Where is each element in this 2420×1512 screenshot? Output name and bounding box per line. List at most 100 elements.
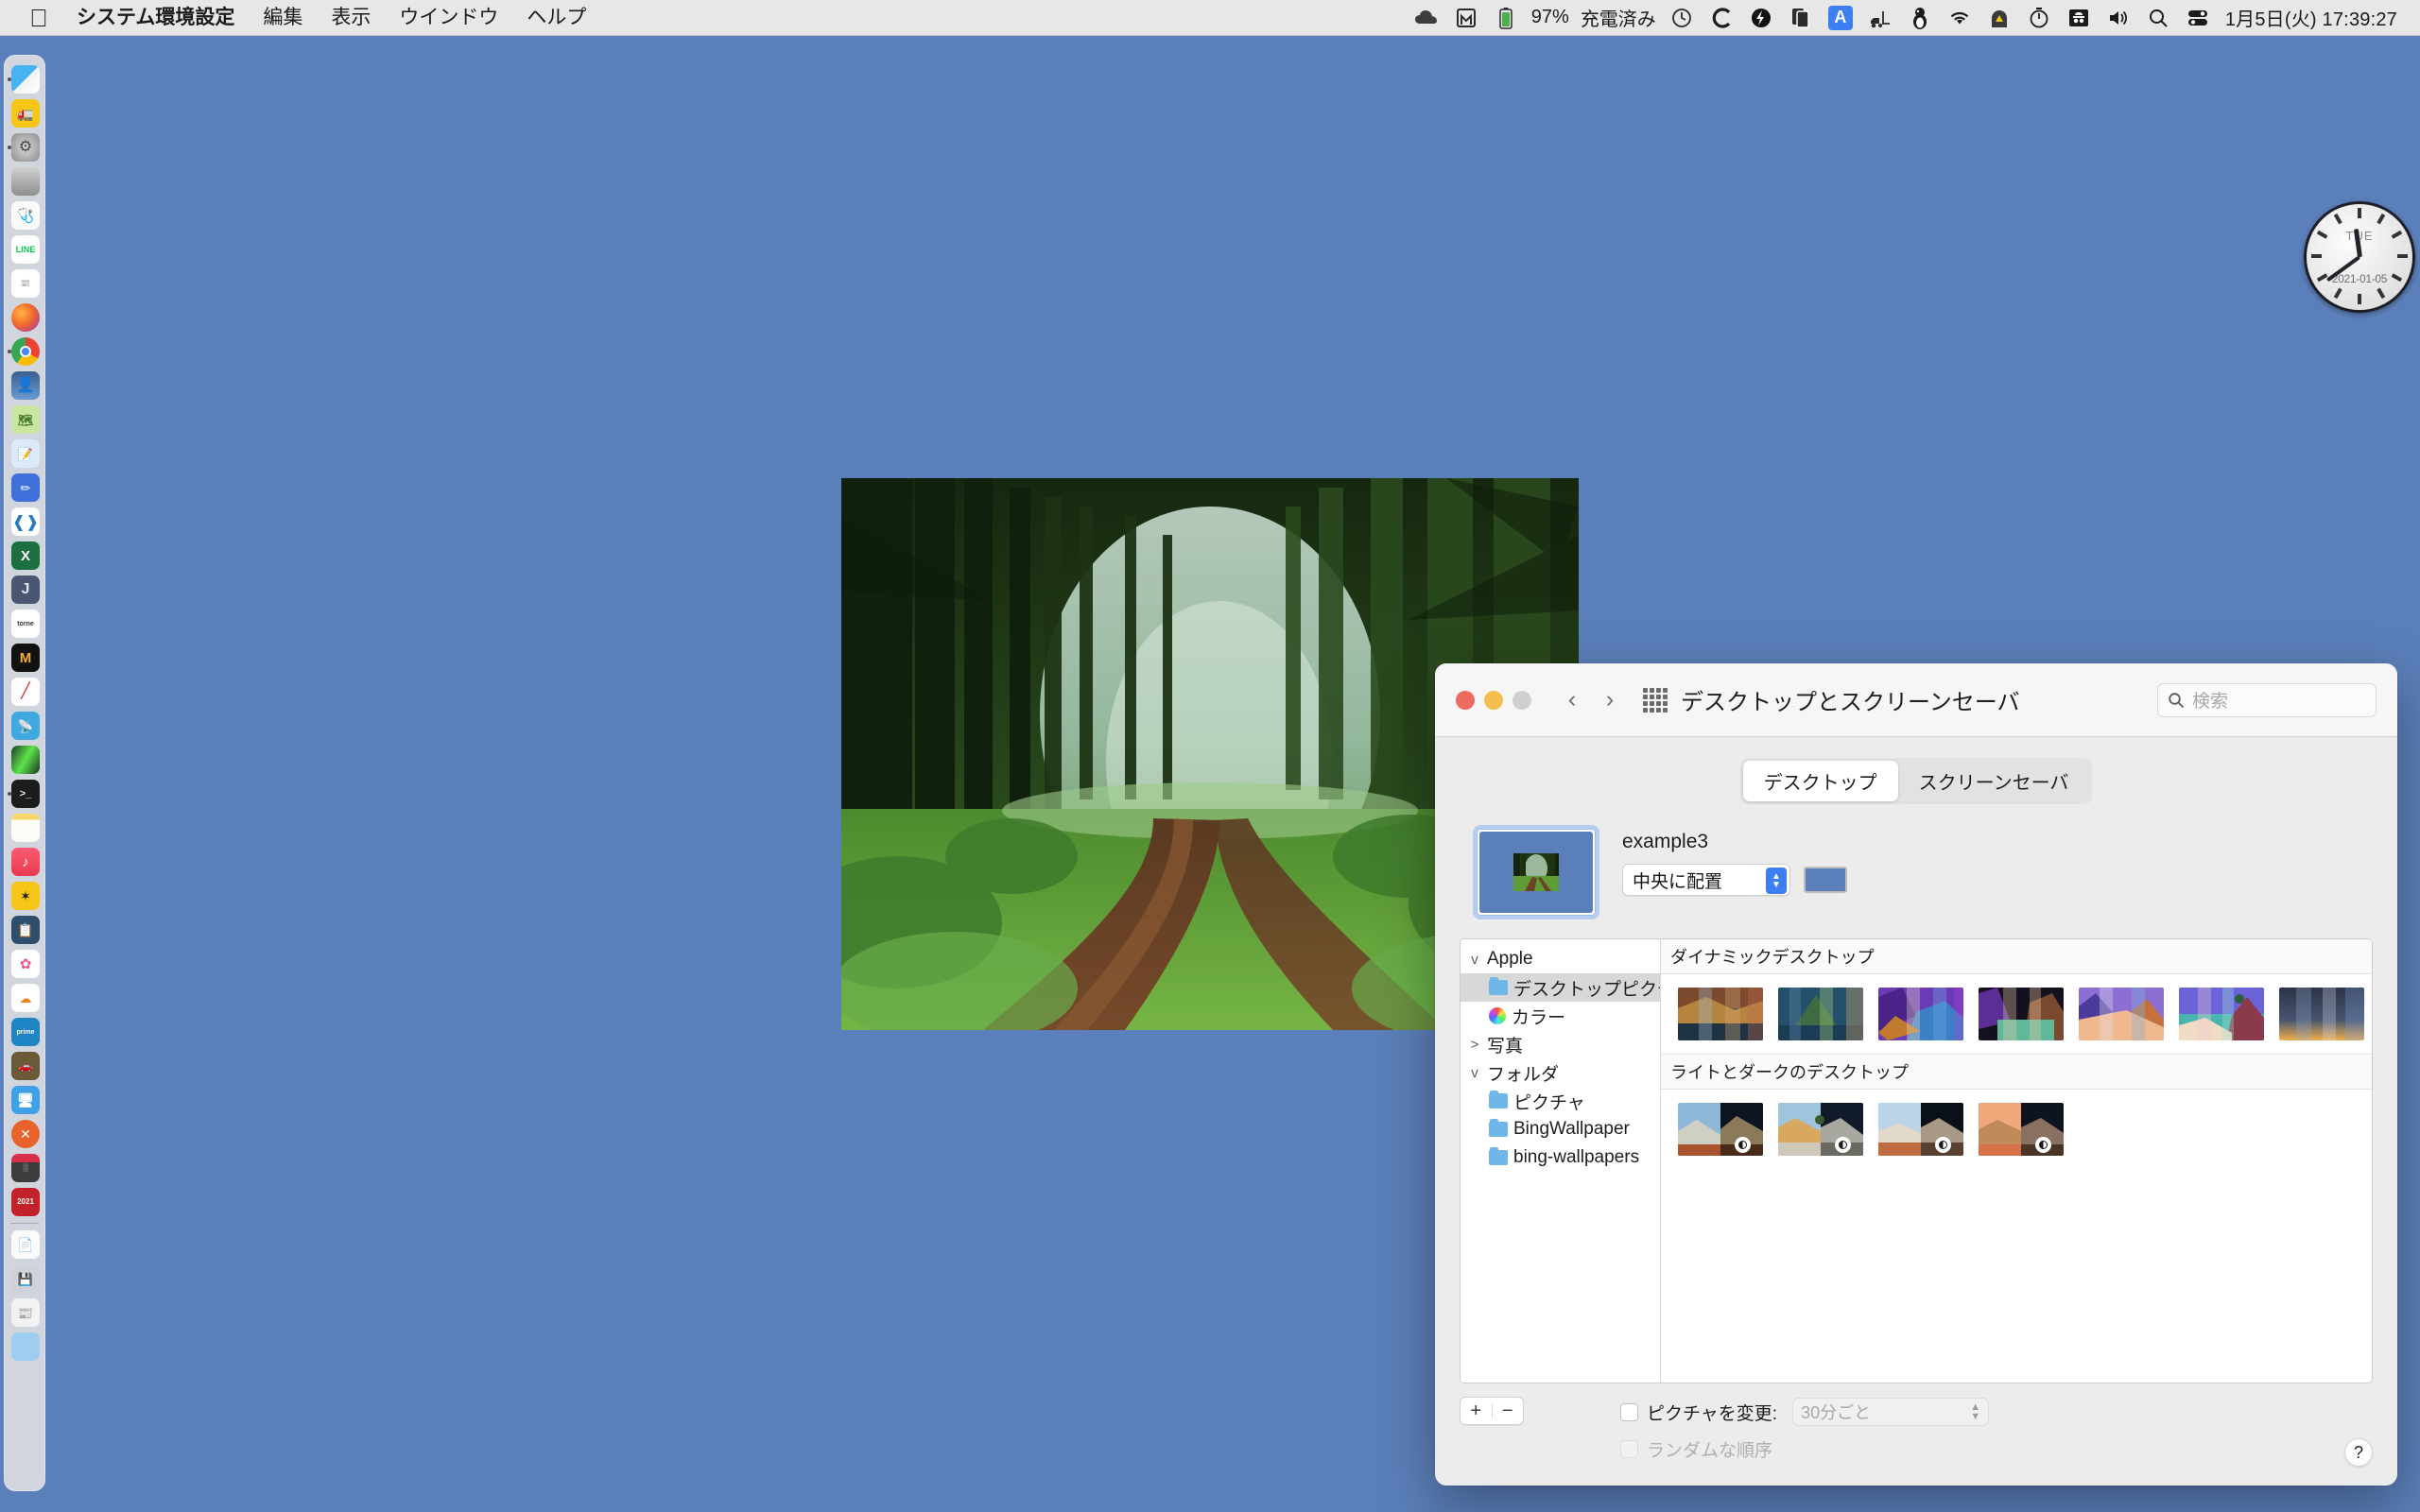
dock-item-aurora[interactable]	[5, 743, 44, 777]
menubar-clock[interactable]: 1月5日(火) 17:39:27	[2218, 4, 2407, 31]
cloud-icon[interactable]	[1407, 0, 1446, 36]
cleanmymac-icon[interactable]	[1702, 0, 1741, 36]
dock-item-yahoo-weather[interactable]: ☁	[5, 981, 44, 1015]
dock-item-excel[interactable]: X	[5, 539, 44, 573]
menu-item-help[interactable]: ヘルプ	[512, 0, 600, 36]
menu-item-view[interactable]: 表示	[317, 0, 385, 36]
dock-item-m-app[interactable]: M	[5, 641, 44, 675]
dock-item-stethoscope[interactable]: 🩺	[5, 198, 44, 232]
apple-logo-icon[interactable]: 	[21, 6, 57, 30]
search-field[interactable]: 検索	[2157, 682, 2377, 717]
close-button[interactable]	[1456, 690, 1475, 710]
background-color-swatch[interactable]	[1804, 867, 1847, 893]
thumb-big-sur-dynamic[interactable]	[1678, 988, 1763, 1040]
dock-item-maps-notes[interactable]: 🗺	[5, 403, 44, 437]
time-machine-icon[interactable]	[1662, 0, 1702, 36]
sidebar-item-colors[interactable]: カラー	[1461, 1002, 1660, 1030]
thumb-big-sur-graphic-teal[interactable]	[1979, 988, 2064, 1040]
chevron-down-icon[interactable]: v	[1468, 952, 1481, 968]
thumb-white-sands-1[interactable]	[1678, 1103, 1763, 1156]
dock-item-firefox[interactable]	[5, 301, 44, 335]
show-all-grid-icon[interactable]	[1643, 687, 1668, 713]
system-preferences-window[interactable]: ‹ › デスクトップとスクリーンセーバ 検索 デスクトップ スクリーンセーバ e…	[1435, 663, 2397, 1486]
input-source-icon[interactable]: A	[1821, 0, 1860, 36]
sidebar-group-folders[interactable]: v フォルダ	[1461, 1058, 1660, 1087]
chevron-down-icon[interactable]: v	[1468, 1065, 1481, 1081]
dock-item-hagaki[interactable]: 2021	[5, 1185, 44, 1219]
tunnelbear-menu-icon[interactable]	[1979, 0, 2019, 36]
menu-item-window[interactable]: ウインドウ	[385, 0, 512, 36]
dock[interactable]: 🚛 ⚙ 🩺 LINE 📰 👤 🗺 📝 ✏ ❰❱ X J torne M ╱ 📡 …	[4, 55, 45, 1491]
dock-item-torne[interactable]: torne	[5, 607, 44, 641]
wifi-icon[interactable]	[1940, 0, 1979, 36]
dock-item-classic-mac[interactable]: 🖥	[5, 1083, 44, 1117]
source-sidebar[interactable]: v Apple デスクトップピクチャ カラー > 写真 v フォルダ	[1461, 939, 1661, 1383]
control-center-icon[interactable]	[2178, 0, 2218, 36]
sidebar-item-pictures[interactable]: ピクチャ	[1461, 1087, 1660, 1115]
dock-item-reader[interactable]: 👤	[5, 369, 44, 403]
dock-item-paint[interactable]: ✏	[5, 471, 44, 505]
thumb-solar-gradients[interactable]	[2279, 988, 2364, 1040]
forklift-menu-icon[interactable]	[1860, 0, 1900, 36]
thumb-big-sur-graphic-purple[interactable]	[1878, 988, 1963, 1040]
tab-screensaver[interactable]: スクリーンセーバ	[1898, 761, 2090, 801]
add-folder-button[interactable]: +	[1461, 1401, 1492, 1420]
battery-icon[interactable]	[1486, 0, 1526, 36]
dock-item-disk-image[interactable]: 💾	[5, 1262, 44, 1296]
menu-item-edit[interactable]: 編集	[249, 0, 317, 36]
dock-item-radio[interactable]: 📡	[5, 709, 44, 743]
wallpaper-gallery[interactable]: ダイナミックデスクトップ ライトとダークのデスクトップ	[1661, 939, 2372, 1383]
sidebar-item-bing-wallpapers[interactable]: bing-wallpapers	[1461, 1143, 1660, 1172]
dock-item-music[interactable]: ♪	[5, 845, 44, 879]
change-interval-select[interactable]: 30分ごと ▲ ▼	[1792, 1398, 1990, 1426]
dock-item-yahoo-news[interactable]: 📰	[5, 266, 44, 301]
copy-paste-icon[interactable]	[1781, 0, 1821, 36]
bolt-icon[interactable]	[1741, 0, 1781, 36]
remove-folder-button[interactable]: −	[1493, 1401, 1524, 1420]
back-button[interactable]: ‹	[1556, 684, 1588, 716]
help-button[interactable]: ?	[2344, 1438, 2373, 1467]
dock-item-notes[interactable]	[5, 811, 44, 845]
incognito-icon[interactable]	[2059, 0, 2099, 36]
screen-preview[interactable]	[1473, 825, 1599, 919]
thumb-catalina-dynamic[interactable]	[1778, 988, 1863, 1040]
dock-item-settings[interactable]: ⚙	[5, 130, 44, 164]
dock-item-blue-doc[interactable]	[5, 1330, 44, 1364]
thumb-white-sands-4[interactable]	[1979, 1103, 2064, 1156]
change-picture-checkbox[interactable]	[1620, 1402, 1638, 1421]
chevron-right-icon[interactable]: >	[1468, 1037, 1481, 1053]
dock-item-finder[interactable]	[5, 62, 44, 96]
sidebar-group-apple[interactable]: v Apple	[1461, 945, 1660, 973]
flux-icon[interactable]	[1446, 0, 1486, 36]
dock-item-tunnelbear[interactable]	[5, 164, 44, 198]
sidebar-item-bingwallpaper[interactable]: BingWallpaper	[1461, 1115, 1660, 1143]
tab-desktop[interactable]: デスクトップ	[1742, 761, 1898, 801]
dock-item-parallels[interactable]: ░	[5, 1151, 44, 1185]
volume-icon[interactable]	[2099, 0, 2138, 36]
dock-item-notes-pen[interactable]: 📝	[5, 437, 44, 471]
penguin-icon[interactable]	[1900, 0, 1940, 36]
dock-item-niconico[interactable]: ╱	[5, 675, 44, 709]
dock-item-terminal[interactable]: >_	[5, 777, 44, 811]
add-remove-folder-buttons[interactable]: + −	[1460, 1397, 1524, 1425]
forward-button[interactable]: ›	[1594, 684, 1626, 716]
spotlight-search-icon[interactable]	[2138, 0, 2178, 36]
random-order-checkbox[interactable]	[1620, 1440, 1638, 1458]
dock-item-document[interactable]: 📄	[5, 1228, 44, 1262]
timer-icon[interactable]	[2019, 0, 2059, 36]
menu-item-system-preferences[interactable]: システム環境設定	[62, 0, 249, 36]
thumb-big-sur-graphic-dunes[interactable]	[2079, 988, 2164, 1040]
dock-item-prime-video[interactable]: prime	[5, 1015, 44, 1049]
sidebar-item-desktop-pictures[interactable]: デスクトップピクチャ	[1461, 973, 1660, 1002]
minimize-button[interactable]	[1484, 690, 1503, 710]
dock-item-jdownloader[interactable]: J	[5, 573, 44, 607]
dock-item-line[interactable]: LINE	[5, 232, 44, 266]
dock-item-photos[interactable]: ✿	[5, 947, 44, 981]
fit-mode-select[interactable]: 中央に配置 ▲ ▼	[1622, 864, 1790, 896]
dock-item-chrome[interactable]	[5, 335, 44, 369]
thumb-big-sur-graphic-shore[interactable]	[2179, 988, 2264, 1040]
dock-item-news-doc[interactable]: 📰	[5, 1296, 44, 1330]
dock-item-forklift[interactable]: 🚛	[5, 96, 44, 130]
dock-item-vscode[interactable]: ❰❱	[5, 505, 44, 539]
thumb-white-sands-3[interactable]	[1878, 1103, 1963, 1156]
